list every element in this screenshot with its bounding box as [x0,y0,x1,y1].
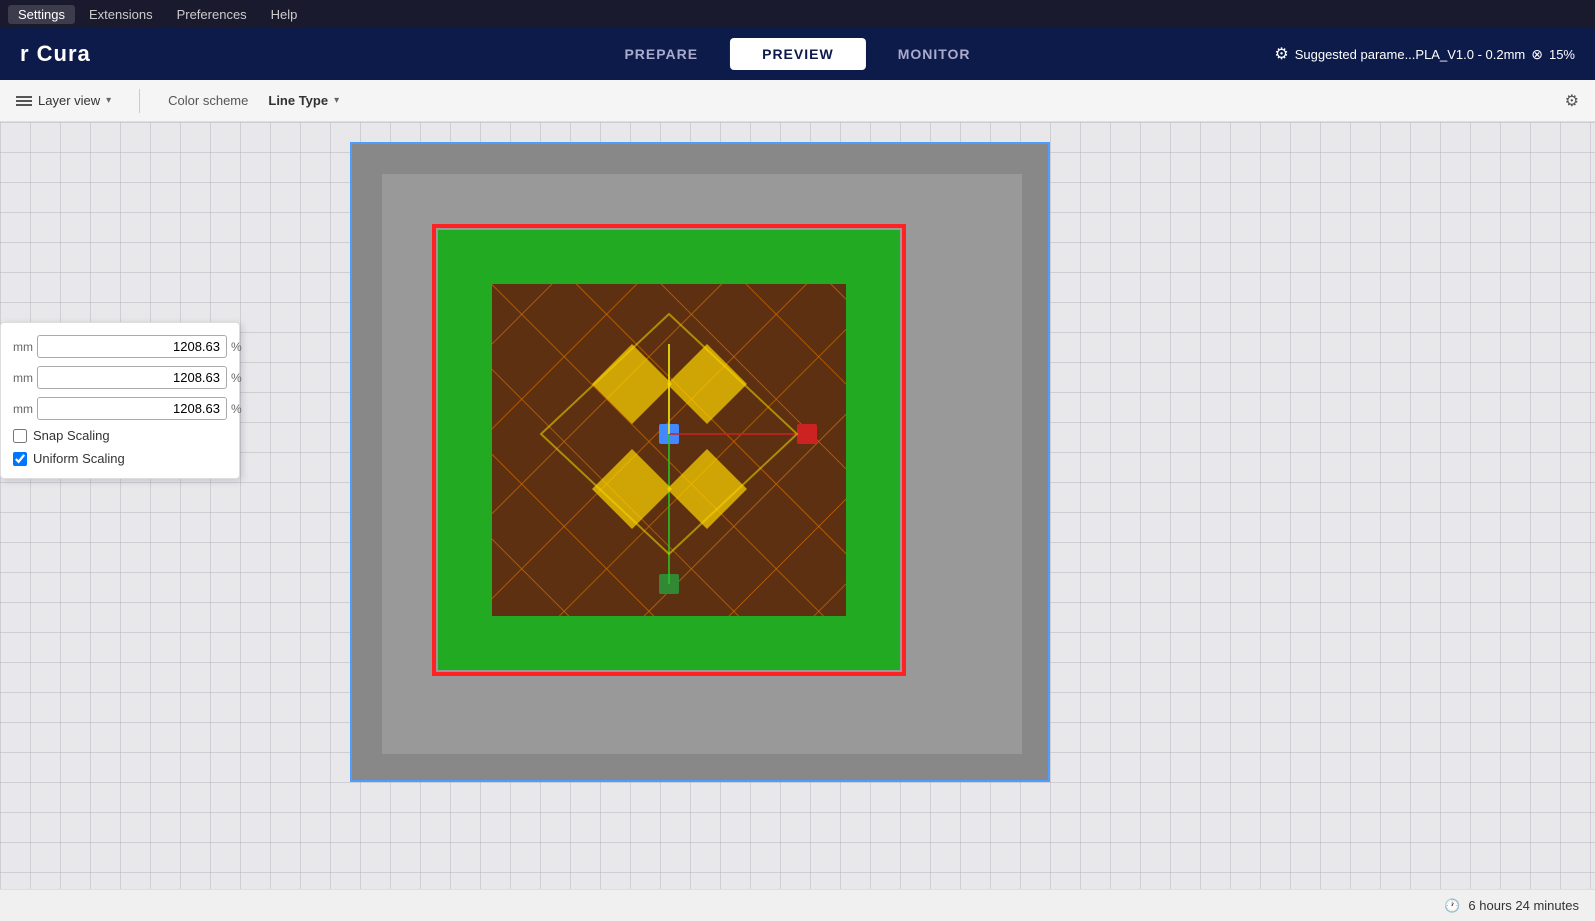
color-scheme-value: Line Type [268,93,328,108]
menubar: Settings Extensions Preferences Help [0,0,1595,28]
uniform-scaling-checkbox[interactable] [13,452,27,466]
layer-view-chevron: ▾ [106,95,111,106]
color-scheme-selector[interactable]: Line Type ▾ [268,93,339,108]
toolbar: Layer view ▾ Color scheme Line Type ▾ ⚙ [0,80,1595,122]
toolbar-separator [139,89,140,113]
y-input[interactable] [37,366,227,389]
nav-right: ⚙ Suggested parame...PLA_V1.0 - 0.2mm ⊗ … [1274,44,1575,64]
x-label: mm [13,340,33,354]
z-input[interactable] [37,397,227,420]
settings-sliders-icon: ⚙ [1274,44,1288,64]
x-percent: % [231,340,242,354]
x-input[interactable] [37,335,227,358]
suggested-params-label: Suggested parame...PLA_V1.0 - 0.2mm [1295,47,1526,62]
snap-scaling-checkbox[interactable] [13,429,27,443]
tab-preview[interactable]: PREVIEW [730,38,866,70]
titlebar: r Cura PREPARE PREVIEW MONITOR ⚙ Suggest… [0,28,1595,80]
toolbar-right: ⚙ [1565,91,1579,111]
y-dimension-row: mm % [13,366,227,389]
statusbar: 🕐 6 hours 24 minutes [0,889,1595,921]
layer-view-selector[interactable]: Layer view ▾ [16,93,111,108]
tab-monitor[interactable]: MONITOR [866,38,1003,70]
y-percent: % [231,371,242,385]
z-label: mm [13,402,33,416]
app-title: r Cura [20,41,91,67]
color-scheme-label: Color scheme [168,93,248,108]
menu-preferences[interactable]: Preferences [167,5,257,24]
y-label: mm [13,371,33,385]
dimensions-panel: mm % mm % mm % Snap Scaling Uniform Scal… [0,322,240,479]
suggested-params-percent: 15% [1549,47,1575,62]
main-area: mm % mm % mm % Snap Scaling Uniform Scal… [0,122,1595,921]
time-label: 6 hours 24 minutes [1468,898,1579,913]
menu-settings[interactable]: Settings [8,5,75,24]
snap-scaling-row: Snap Scaling [13,428,227,443]
z-dimension-row: mm % [13,397,227,420]
z-percent: % [231,402,242,416]
layer-view-label: Layer view [38,93,100,108]
uniform-scaling-label: Uniform Scaling [33,451,125,466]
snap-scaling-label: Snap Scaling [33,428,110,443]
color-scheme-chevron: ▾ [334,95,339,106]
time-icon: 🕐 [1444,898,1460,914]
nav-tabs: PREPARE PREVIEW MONITOR [592,38,1002,70]
print-preview-canvas [352,144,1050,782]
settings-icon[interactable]: ⚙ [1565,91,1579,111]
menu-extensions[interactable]: Extensions [79,5,163,24]
tab-prepare[interactable]: PREPARE [592,38,730,70]
menu-help[interactable]: Help [261,5,308,24]
viewport[interactable] [350,142,1050,782]
uniform-scaling-row: Uniform Scaling [13,451,227,466]
suggested-params[interactable]: ⚙ Suggested parame...PLA_V1.0 - 0.2mm ⊗ … [1274,44,1575,64]
layer-view-icon [16,96,32,106]
x-dimension-row: mm % [13,335,227,358]
suggested-params-icon: ⊗ [1531,46,1543,63]
